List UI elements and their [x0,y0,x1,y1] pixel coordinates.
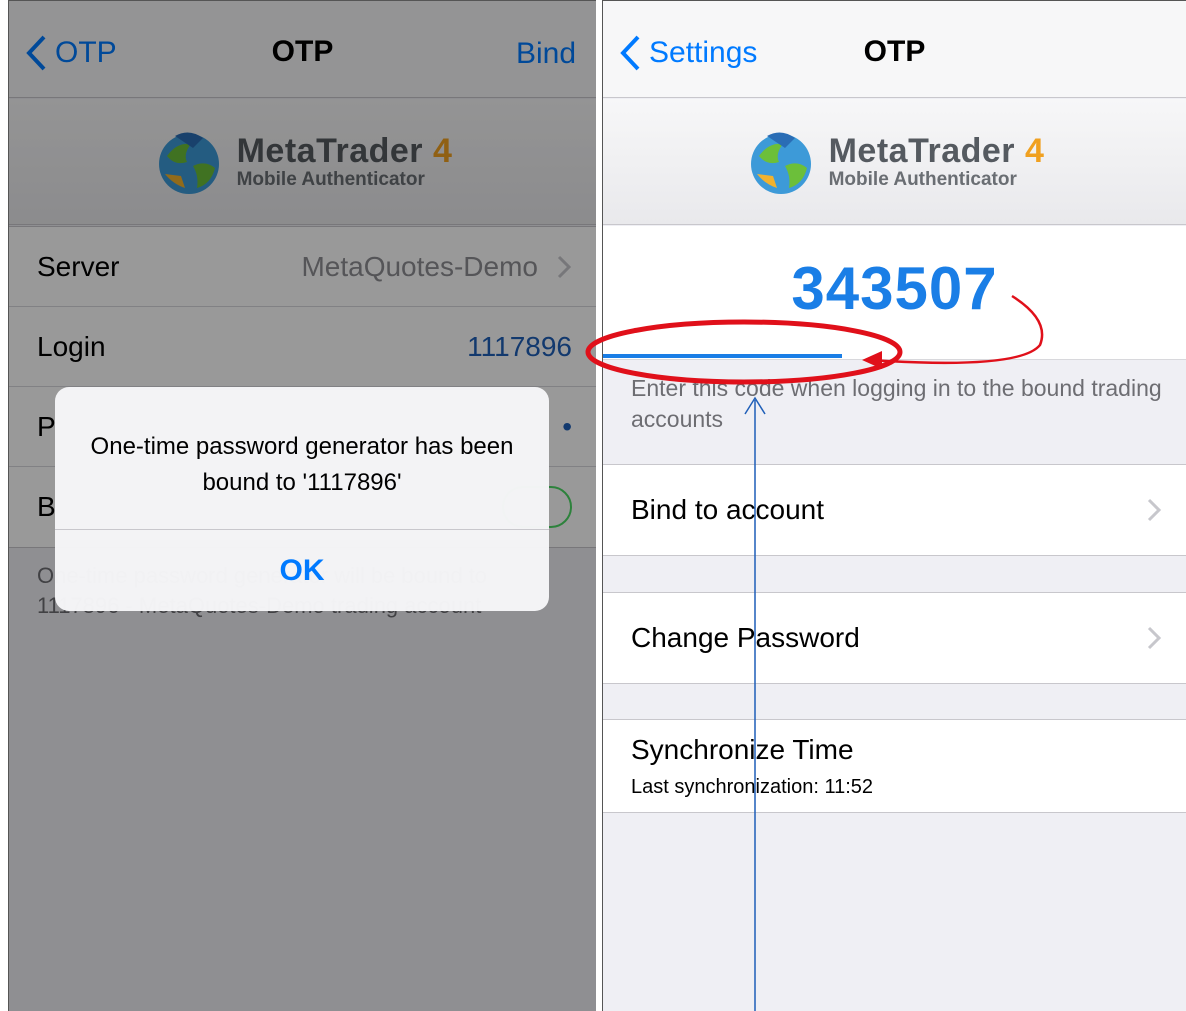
right-nav-title: OTP [863,35,926,68]
logo-title: MetaTrader [828,131,1016,170]
change-password-label: Change Password [631,622,860,653]
logo-subtitle: Mobile Authenticator [828,168,1017,190]
metatrader-logo: MetaTrader 4 Mobile Authenticator [745,126,1045,198]
right-logo-header: MetaTrader 4 Mobile Authenticator [603,99,1186,225]
bound-alert-dialog: One-time password generator has been bou… [55,387,549,611]
logo-number: 4 [1024,131,1045,170]
alert-ok-button[interactable]: OK [55,530,549,611]
bind-to-account-row[interactable]: Bind to account [603,465,1186,555]
alert-message: One-time password generator has been bou… [90,433,514,496]
synchronize-time-label: Synchronize Time [631,734,854,765]
chevron-right-icon [1147,626,1162,650]
otp-hint-text: Enter this code when logging in to the b… [631,375,1162,432]
synchronize-time-row[interactable]: Synchronize Time Last synchronization: 1… [603,720,1186,812]
last-sync-text: Last synchronization: 11:52 [631,776,874,798]
right-nav-bar: Settings OTP [603,1,1186,98]
sync-time-group: Synchronize Time Last synchronization: 1… [603,719,1186,813]
chevron-right-icon [1147,498,1162,522]
metatrader-globe-icon [750,131,811,194]
otp-code-panel: 343507 [603,226,1186,360]
otp-code: 343507 [791,255,998,322]
bind-to-account-label: Bind to account [631,494,825,525]
otp-time-progress-bar [603,354,843,358]
change-password-row[interactable]: Change Password [603,593,1186,683]
change-password-group: Change Password [603,592,1186,684]
right-phone-screen: Settings OTP MetaTrader 4 Mobile Authent… [602,0,1186,1011]
bind-account-group: Bind to account [603,464,1186,556]
left-phone-screen: OTP OTP Bind MetaTrader 4 Mobile Authent… [8,0,596,1011]
